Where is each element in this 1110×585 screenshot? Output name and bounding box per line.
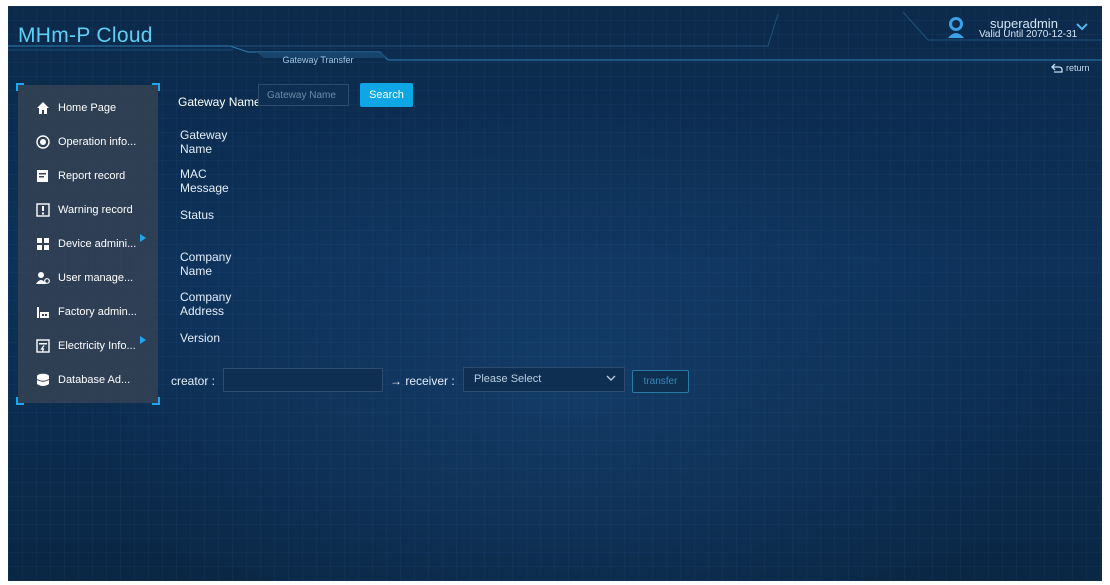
sidebar-item-label: Home Page — [58, 102, 117, 114]
header-decoration — [8, 11, 1102, 61]
app-window: MHm-P Cloud Gateway Transfer superadmin … — [8, 6, 1102, 581]
device-icon — [37, 238, 49, 250]
return-button[interactable]: return — [1051, 63, 1090, 73]
field-company-name: Company Name — [180, 250, 232, 278]
sidebar-item-operation-info[interactable]: Operation info... — [18, 125, 158, 159]
database-icon — [36, 373, 50, 386]
sidebar-item-label: Report record — [58, 170, 126, 182]
creator-label: creator : — [171, 374, 216, 388]
home-icon — [37, 102, 49, 114]
field-company-address: Company Address — [180, 290, 232, 318]
gateway-name-label: Gateway Name — [178, 95, 261, 109]
header: MHm-P Cloud Gateway Transfer superadmin … — [8, 6, 1102, 73]
chevron-down-icon[interactable] — [1075, 20, 1089, 34]
sidebar-item-report-record[interactable]: Report record — [18, 159, 158, 193]
sidebar-item-label: Factory admin... — [58, 306, 137, 318]
submenu-arrow-icon — [140, 336, 146, 344]
sidebar-item-electricity-info[interactable]: Electricity Info... — [18, 329, 158, 363]
valid-until-text: Valid Until 2070-12-31 — [979, 29, 1078, 40]
avatar-icon — [948, 17, 964, 38]
user-icon — [36, 272, 50, 284]
sidebar-item-warning-record[interactable]: Warning record — [18, 193, 158, 227]
receiver-select[interactable]: Please Select — [463, 367, 625, 392]
sidebar-item-database-admin[interactable]: Database Ad... — [18, 363, 158, 397]
sidebar-item-device-admin[interactable]: Device admini... — [18, 227, 158, 261]
electricity-icon — [36, 339, 50, 353]
field-status: Status — [180, 208, 215, 222]
sidebar-item-label: User manage... — [58, 272, 134, 284]
sidebar-item-factory-admin[interactable]: Factory admin... — [18, 295, 158, 329]
app-title: MHm-P Cloud — [18, 24, 153, 47]
sidebar-item-label: Operation info... — [58, 136, 137, 148]
return-label: return — [1066, 63, 1090, 73]
operation-icon — [36, 135, 50, 149]
sidebar-item-label: Warning record — [58, 204, 133, 216]
sidebar-item-home[interactable]: Home Page — [18, 91, 158, 125]
receiver-selected-value: Please Select — [474, 373, 542, 385]
transfer-button[interactable]: transfer — [632, 370, 689, 393]
creator-input[interactable] — [223, 368, 383, 392]
sidebar-item-user-manage[interactable]: User manage... — [18, 261, 158, 295]
sidebar: Home Page Operation info... Report recor… — [16, 83, 160, 405]
sidebar-item-label: Electricity Info... — [58, 340, 136, 352]
gateway-name-input[interactable] — [258, 84, 349, 106]
chevron-down-icon — [606, 375, 616, 381]
field-version: Version — [180, 331, 221, 345]
sidebar-item-label: Database Ad... — [58, 374, 131, 386]
report-icon — [37, 170, 48, 182]
factory-icon — [37, 307, 49, 318]
user-menu[interactable]: superadmin Valid Until 2070-12-31 — [946, 14, 1096, 44]
field-mac-message: MAC Message — [180, 167, 229, 195]
warning-icon — [36, 203, 50, 217]
return-icon — [1051, 63, 1063, 73]
sidebar-item-label: Device admini... — [58, 238, 137, 250]
search-button[interactable]: Search — [360, 83, 413, 107]
page-tab: Gateway Transfer — [282, 55, 354, 65]
receiver-label: → receiver : — [390, 374, 455, 388]
field-gateway-name: Gateway Name — [180, 128, 228, 156]
submenu-arrow-icon — [140, 234, 146, 242]
